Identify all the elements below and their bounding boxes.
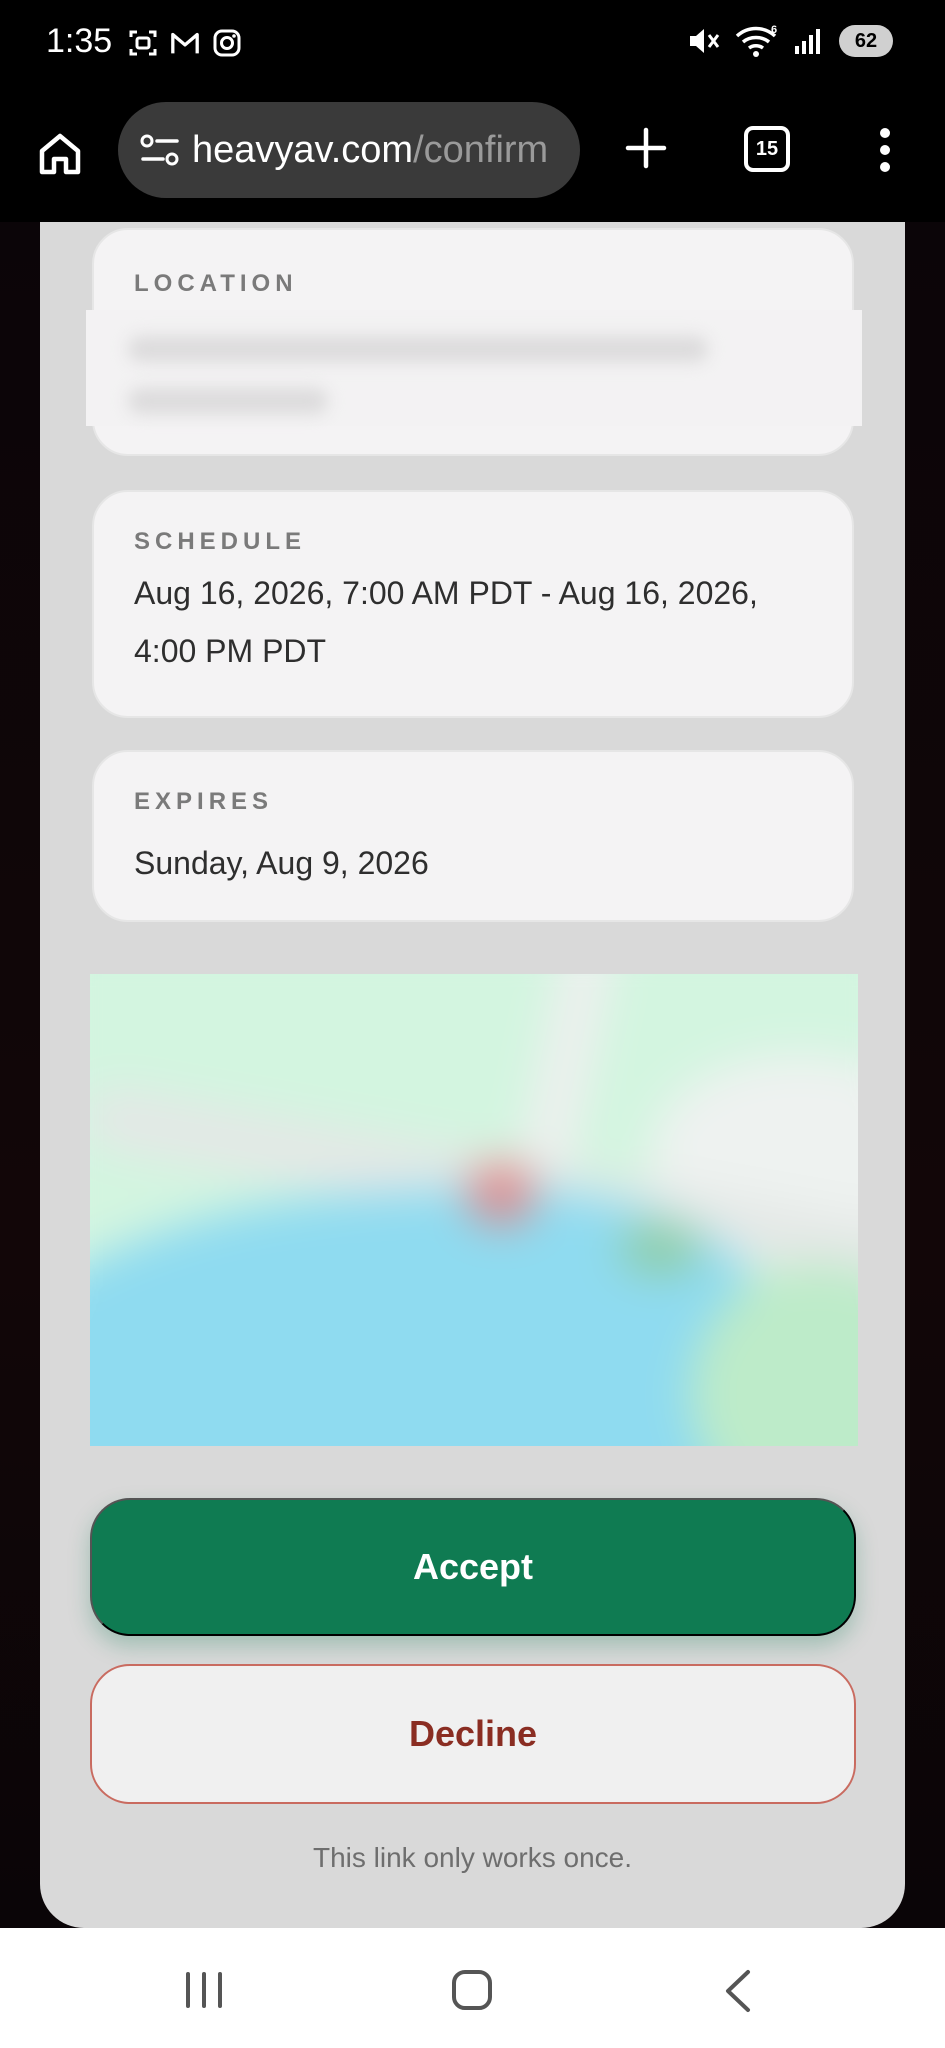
web-content[interactable]: LOCATION SCHEDULE Aug 16, 2026, 7:00 AM … <box>0 222 945 1928</box>
decline-button[interactable]: Decline <box>90 1664 856 1804</box>
tab-switcher-button[interactable]: 15 <box>744 126 790 172</box>
menu-dot-icon <box>880 128 890 138</box>
single-use-note: This link only works once. <box>312 1842 632 1873</box>
status-time: 1:35 <box>46 22 113 60</box>
url-text[interactable]: heavyav.com/confirm <box>192 129 548 172</box>
url-host: heavyav.com <box>192 128 414 171</box>
browser-toolbar: heavyav.com/confirm 15 <box>0 96 945 222</box>
instagram-icon <box>212 28 242 58</box>
confirmation-sheet: LOCATION SCHEDULE Aug 16, 2026, 7:00 AM … <box>40 222 905 1928</box>
wifi-icon: 6 <box>735 24 779 58</box>
status-bar: 1:35 6 62 <box>0 0 945 96</box>
back-button[interactable] <box>718 1968 758 2014</box>
menu-dot-icon <box>880 162 890 172</box>
home-icon <box>39 133 81 175</box>
location-label: LOCATION <box>134 270 298 297</box>
system-nav-bar <box>0 1928 945 2048</box>
svg-text:6: 6 <box>771 24 777 36</box>
battery-indicator: 62 <box>839 25 893 57</box>
plus-icon <box>625 127 667 169</box>
more-menu-button[interactable] <box>870 122 900 178</box>
recents-icon <box>186 1972 190 2008</box>
new-tab-button[interactable] <box>618 120 674 176</box>
location-card: LOCATION <box>86 228 862 456</box>
recents-button[interactable] <box>186 1972 222 2008</box>
notification-icons <box>128 28 242 58</box>
schedule-value: Aug 16, 2026, 7:00 AM PDT - Aug 16, 2026… <box>134 575 758 669</box>
signal-icon <box>793 26 825 56</box>
screen-record-icon <box>128 28 158 58</box>
url-path: /confirm <box>413 128 549 171</box>
home-nav-button[interactable] <box>452 1970 492 2010</box>
location-map[interactable] <box>90 974 858 1446</box>
site-settings-icon[interactable] <box>136 126 184 174</box>
gmail-icon <box>170 28 200 58</box>
accept-button[interactable]: Accept <box>90 1498 856 1636</box>
menu-dot-icon <box>880 145 890 155</box>
map-pin-icon <box>468 1164 534 1224</box>
address-bar[interactable]: heavyav.com/confirm <box>118 102 580 198</box>
mute-icon <box>687 25 721 57</box>
home-button[interactable] <box>32 126 88 182</box>
schedule-label: SCHEDULE <box>134 528 307 555</box>
expires-value: Sunday, Aug 9, 2026 <box>134 845 429 881</box>
expires-card: EXPIRES Sunday, Aug 9, 2026 <box>92 750 854 922</box>
expires-label: EXPIRES <box>134 788 274 815</box>
redacted-address <box>86 310 862 426</box>
system-icons: 6 62 <box>687 24 893 58</box>
schedule-card: SCHEDULE Aug 16, 2026, 7:00 AM PDT - Aug… <box>92 490 854 718</box>
